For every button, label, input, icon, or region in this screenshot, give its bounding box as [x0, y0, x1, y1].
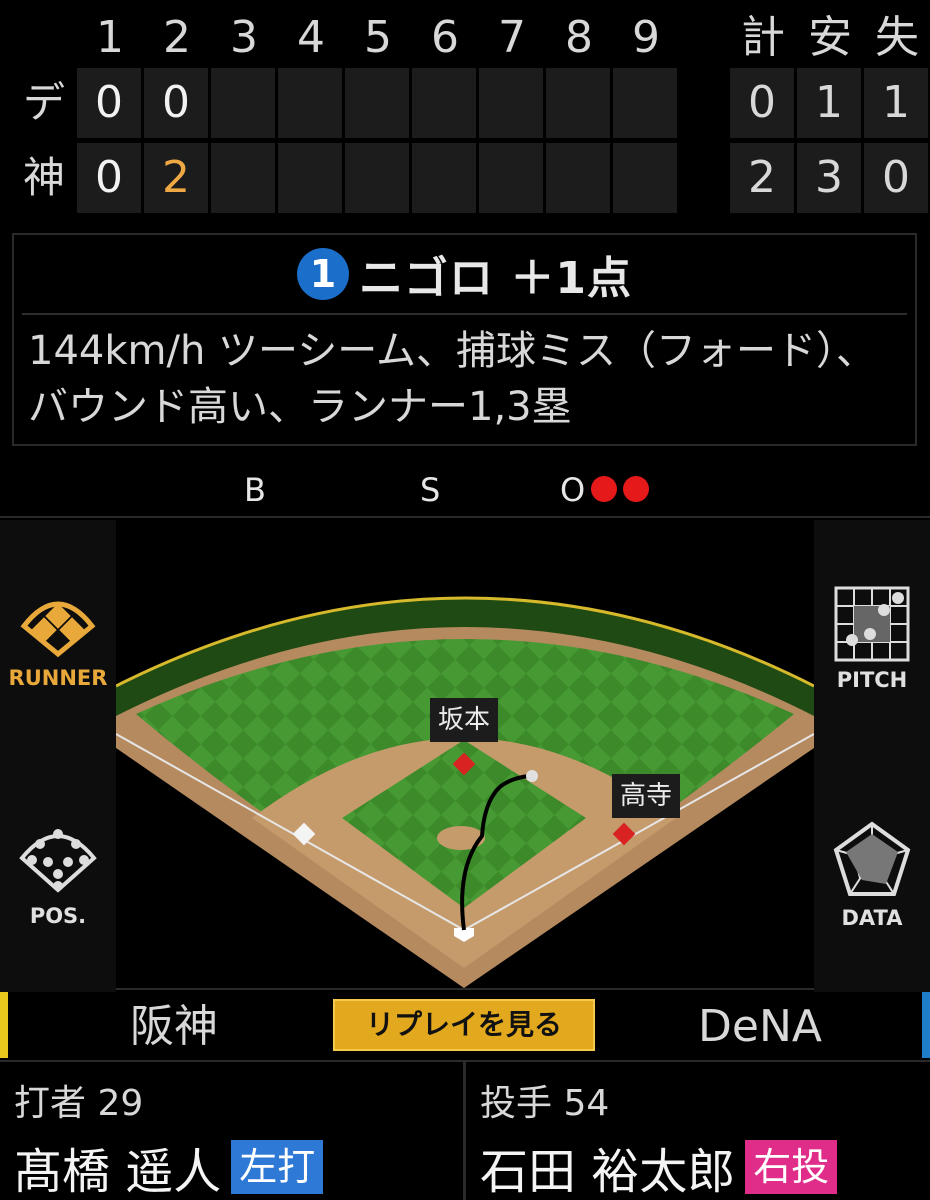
runner-label-first: 高寺 [612, 774, 681, 818]
score-cell [546, 143, 610, 213]
positions-icon [19, 829, 97, 893]
divider [22, 313, 907, 315]
pitch-view-button[interactable]: PITCH [814, 520, 930, 756]
score-cell: 0 [144, 68, 208, 138]
score-cell [613, 68, 677, 138]
play-result-panel: 1 ニゴロ ＋1点 144km/h ツーシーム、捕球ミス（フォード）、バウンド高… [12, 233, 917, 446]
pitch-label: PITCH [836, 668, 908, 692]
radar-chart-icon [833, 821, 911, 896]
play-number-badge: 1 [297, 248, 350, 300]
outs-indicator: O [560, 470, 650, 510]
errors-header: 失 [875, 12, 919, 63]
balls-label: B [244, 471, 266, 509]
score-cell: 0 [77, 143, 141, 213]
out-dot [591, 476, 618, 502]
score-cell [345, 68, 409, 138]
data-label: DATA [841, 906, 903, 930]
score-cell [278, 143, 342, 213]
pitch-grid-icon [834, 586, 910, 662]
runner-view-button[interactable]: RUNNER [0, 520, 116, 756]
strikes-label: S [420, 471, 441, 509]
batter-panel[interactable]: 打者 29 髙橋 遥人 左打 [0, 1062, 463, 1200]
runner-label: RUNNER [8, 666, 108, 690]
runner-label-second: 坂本 [430, 698, 499, 742]
runs-total: 0 [730, 68, 794, 138]
team-abbr-visitor: デ [22, 78, 65, 127]
errors-total: 0 [864, 143, 928, 213]
baseball-field [116, 578, 814, 988]
inning-header: 3 [230, 12, 258, 63]
inning-header: 4 [297, 12, 325, 63]
batter-role: 打者 29 [14, 1083, 144, 1124]
batter-hand-badge: 左打 [231, 1140, 324, 1194]
pitcher-hand-badge: 右投 [745, 1140, 838, 1194]
runs-header: 計 [741, 12, 785, 63]
away-team-tab[interactable]: DeNA [698, 992, 822, 1062]
inning-header: 6 [431, 12, 459, 63]
pitcher-panel[interactable]: 投手 54 石田 裕太郎 右投 [466, 1062, 930, 1200]
score-cell [278, 68, 342, 138]
pos-label: POS. [29, 904, 87, 928]
score-cell [211, 68, 275, 138]
inning-header: 2 [163, 12, 191, 63]
hits-header: 安 [808, 12, 852, 63]
score-cell [412, 143, 476, 213]
score-cell: 0 [77, 68, 141, 138]
inning-header: 5 [364, 12, 392, 63]
score-cell-current: 2 [144, 143, 208, 213]
position-view-button[interactable]: POS. [0, 756, 116, 992]
batter-name-row: 髙橋 遥人 左打 [14, 1132, 324, 1200]
play-header: 1 ニゴロ ＋1点 [14, 235, 915, 313]
replay-button[interactable]: リプレイを見る [333, 999, 595, 1051]
batter-name: 髙橋 遥人 [14, 1144, 222, 1200]
team-abbr-home: 神 [22, 153, 65, 202]
runs-total: 2 [730, 143, 794, 213]
play-title: ニゴロ ＋1点 [359, 253, 632, 304]
data-view-button[interactable]: DATA [814, 756, 930, 992]
errors-total: 1 [864, 68, 928, 138]
diamond-icon [20, 601, 96, 658]
score-cell [479, 143, 543, 213]
score-cell [546, 68, 610, 138]
play-description: 144km/h ツーシーム、捕球ミス（フォード）、バウンド高い、ランナー1,3塁 [28, 328, 877, 430]
inning-header: 1 [96, 12, 124, 63]
scoreboard: 1 2 3 4 5 6 7 8 9 計 安 失 デ 0 0 0 1 1 神 0 … [0, 0, 930, 220]
pitcher-name-row: 石田 裕太郎 右投 [480, 1132, 838, 1200]
inning-header: 8 [565, 12, 593, 63]
field-area: RUNNER POS. PITCH DATA 坂本 高寺 [0, 516, 930, 992]
away-team-color [922, 992, 930, 1058]
out-dot [623, 476, 650, 502]
pitcher-name: 石田 裕太郎 [480, 1144, 736, 1200]
team-switch-bar: 阪神 リプレイを見る DeNA [0, 992, 930, 1062]
hits-total: 1 [797, 68, 861, 138]
home-team-color [0, 992, 8, 1058]
score-cell [211, 143, 275, 213]
inning-header: 7 [498, 12, 526, 63]
outs-label: O [560, 471, 586, 509]
score-cell [412, 68, 476, 138]
inning-header: 9 [632, 12, 660, 63]
score-cell [479, 68, 543, 138]
score-cell [345, 143, 409, 213]
home-team-tab[interactable]: 阪神 [130, 992, 218, 1062]
score-cell [613, 143, 677, 213]
pitcher-role: 投手 54 [480, 1083, 610, 1124]
hits-total: 3 [797, 143, 861, 213]
